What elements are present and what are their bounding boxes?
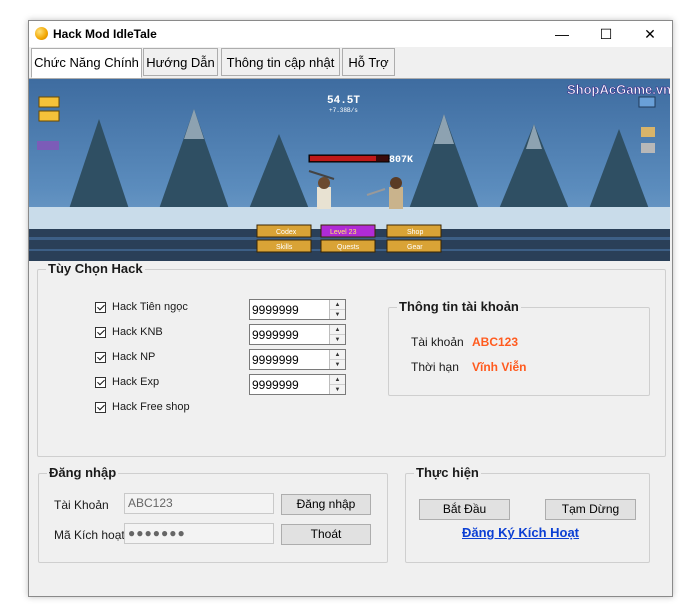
- hack-value-stepper-3[interactable]: 9999999 ▲ ▼: [249, 349, 346, 370]
- stepper-down-icon[interactable]: ▼: [330, 360, 345, 369]
- hack-option-label: Hack Free shop: [112, 401, 190, 413]
- hack-option-label: Hack NP: [112, 351, 156, 363]
- hack-value-stepper-1[interactable]: 9999999 ▲ ▼: [249, 299, 346, 320]
- hack-option-3[interactable]: Hack NP: [95, 349, 155, 365]
- term-value: Vĩnh Viễn: [472, 360, 527, 374]
- hack-option-label: Hack KNB: [112, 326, 163, 338]
- tab-main-functions[interactable]: Chức Năng Chính: [31, 48, 142, 78]
- login-account-label: Tài Khoản: [54, 498, 109, 512]
- hack-value-stepper-2[interactable]: 9999999 ▲ ▼: [249, 324, 346, 345]
- stepper-value[interactable]: 9999999: [252, 303, 299, 317]
- stepper-buttons: ▲ ▼: [329, 375, 345, 394]
- minimize-button[interactable]: —: [540, 21, 584, 47]
- game-scene: ShopAcGame.vn 54.5T +7.38B/s 807K Codex …: [29, 79, 670, 261]
- stepper-down-icon[interactable]: ▼: [330, 310, 345, 319]
- banner-gold-rate: +7.38B/s: [329, 107, 358, 114]
- start-button[interactable]: Bắt Đầu: [419, 499, 510, 520]
- term-label: Thời hạn: [411, 360, 459, 374]
- stepper-up-icon[interactable]: ▲: [330, 325, 345, 335]
- checkbox-checked[interactable]: [95, 351, 106, 363]
- account-label: Tài khoản: [411, 335, 464, 349]
- activation-code-input[interactable]: ●●●●●●●: [124, 523, 274, 544]
- close-button[interactable]: ✕: [628, 21, 672, 47]
- pause-button[interactable]: Tạm Dừng: [545, 499, 636, 520]
- register-activation-link[interactable]: Đăng Ký Kích Hoạt: [462, 525, 579, 540]
- maximize-button[interactable]: ☐: [584, 21, 628, 47]
- game-banner-image: ShopAcGame.vn 54.5T +7.38B/s 807K Codex …: [29, 78, 670, 261]
- hack-options-group: Tùy Chọn Hack Hack Tiên ngọc Hack KNB Ha…: [37, 261, 666, 457]
- banner-gold: 54.5T: [327, 95, 360, 107]
- stepper-value[interactable]: 9999999: [252, 353, 299, 367]
- hack-options-title: Tùy Chọn Hack: [46, 261, 145, 276]
- stepper-buttons: ▲ ▼: [329, 325, 345, 344]
- banner-menu-quests: Quests: [337, 244, 360, 251]
- checkbox-checked[interactable]: [95, 301, 106, 313]
- hack-option-4[interactable]: Hack Exp: [95, 374, 159, 390]
- stepper-down-icon[interactable]: ▼: [330, 385, 345, 394]
- hack-option-1[interactable]: Hack Tiên ngọc: [95, 299, 188, 315]
- account-info-group: Thông tin tài khoản Tài khoản ABC123 Thờ…: [388, 299, 650, 396]
- stepper-value[interactable]: 9999999: [252, 378, 299, 392]
- checkbox-checked[interactable]: [95, 326, 106, 338]
- banner-menu-codex: Codex: [276, 229, 297, 236]
- account-value: ABC123: [472, 335, 519, 349]
- execute-group: Thực hiện Bắt Đầu Tạm Dừng Đăng Ký Kích …: [405, 465, 650, 563]
- hack-value-stepper-4[interactable]: 9999999 ▲ ▼: [249, 374, 346, 395]
- hack-option-5[interactable]: Hack Free shop: [95, 399, 190, 415]
- stepper-up-icon[interactable]: ▲: [330, 375, 345, 385]
- app-coin-icon: [35, 27, 48, 40]
- hack-option-2[interactable]: Hack KNB: [95, 324, 163, 340]
- checkbox-checked[interactable]: [95, 401, 106, 413]
- hack-option-label: Hack Tiên ngọc: [112, 301, 188, 313]
- window-title: Hack Mod IdleTale: [53, 27, 157, 41]
- login-button[interactable]: Đăng nhập: [281, 494, 371, 515]
- hack-option-label: Hack Exp: [112, 376, 160, 388]
- banner-menu-skills: Skills: [276, 244, 293, 251]
- account-info-title: Thông tin tài khoản: [397, 299, 521, 314]
- activation-code-label: Mã Kích hoạt: [54, 528, 125, 542]
- login-account-input[interactable]: ABC123: [124, 493, 274, 514]
- banner-menu-level: Level 23: [330, 229, 357, 236]
- stepper-value[interactable]: 9999999: [252, 328, 299, 342]
- tab-update-info[interactable]: Thông tin cập nhật: [221, 48, 340, 76]
- stepper-buttons: ▲ ▼: [329, 300, 345, 319]
- banner-enemy-hp: 807K: [389, 155, 413, 166]
- login-title: Đăng nhập: [47, 465, 119, 480]
- tab-guide[interactable]: Hướng Dẫn: [143, 48, 218, 76]
- banner-menu-shop: Shop: [407, 229, 423, 236]
- checkbox-checked[interactable]: [95, 376, 106, 388]
- tab-support[interactable]: Hỗ Trợ: [342, 48, 395, 76]
- stepper-up-icon[interactable]: ▲: [330, 350, 345, 360]
- stepper-buttons: ▲ ▼: [329, 350, 345, 369]
- exit-button[interactable]: Thoát: [281, 524, 371, 545]
- stepper-up-icon[interactable]: ▲: [330, 300, 345, 310]
- banner-watermark: ShopAcGame.vn: [567, 82, 670, 97]
- app-window: Hack Mod IdleTale — ☐ ✕ Chức Năng Chính …: [28, 20, 673, 597]
- title-bar[interactable]: Hack Mod IdleTale — ☐ ✕: [29, 21, 672, 47]
- tab-bar: Chức Năng Chính Hướng Dẫn Thông tin cập …: [29, 48, 672, 78]
- execute-title: Thực hiện: [414, 465, 481, 480]
- stepper-down-icon[interactable]: ▼: [330, 335, 345, 344]
- banner-menu-gear: Gear: [407, 244, 423, 251]
- login-group: Đăng nhập Tài Khoản ABC123 Đăng nhập Mã …: [38, 465, 388, 563]
